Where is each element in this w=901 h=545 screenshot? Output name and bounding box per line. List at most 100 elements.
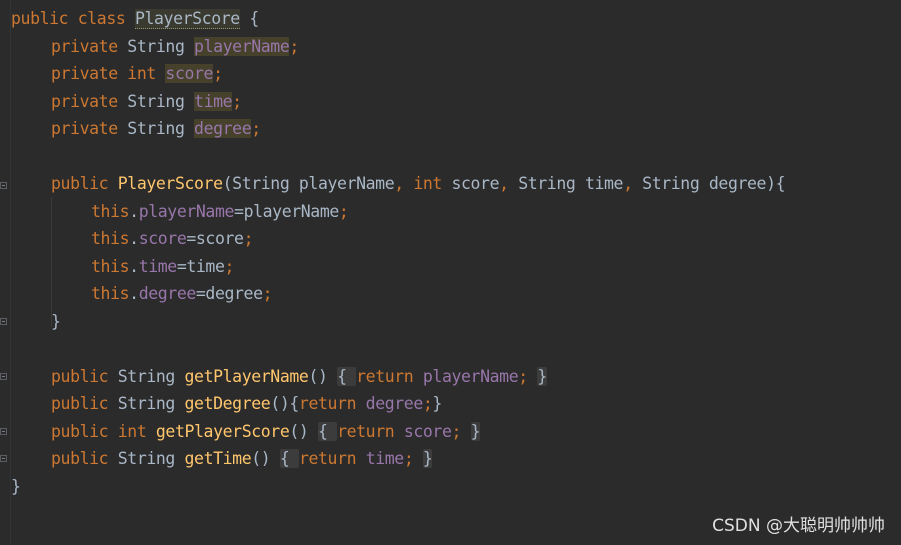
code-token: score bbox=[165, 64, 214, 83]
code-token: this bbox=[91, 202, 130, 221]
code-token: getDegree bbox=[184, 394, 271, 413]
code-token: =time bbox=[176, 257, 225, 276]
code-token: } bbox=[51, 312, 61, 331]
code-token: return bbox=[356, 367, 423, 386]
code-token: time bbox=[138, 257, 178, 276]
code-line[interactable] bbox=[11, 335, 51, 363]
csdn-watermark: CSDN @大聪明帅帅帅 bbox=[712, 516, 885, 536]
code-token: return bbox=[298, 394, 366, 413]
code-token: } bbox=[432, 394, 442, 413]
code-token: } bbox=[537, 367, 547, 386]
code-token: PlayerScore bbox=[134, 9, 240, 29]
code-token: private bbox=[51, 64, 128, 83]
code-token: PlayerScore bbox=[117, 174, 223, 193]
code-token: } bbox=[422, 449, 433, 468]
code-line[interactable]: public PlayerScore(String playerName, in… bbox=[11, 170, 786, 198]
code-token: (String playerName bbox=[222, 174, 395, 193]
code-line[interactable]: public String getPlayerName() { return p… bbox=[11, 363, 547, 391]
fold-marker-icon[interactable] bbox=[0, 428, 7, 435]
code-token: . bbox=[129, 284, 139, 303]
code-line[interactable]: this.degree=degree; bbox=[11, 280, 273, 308]
code-line[interactable] bbox=[11, 142, 51, 170]
code-token: degree bbox=[138, 284, 197, 303]
code-line[interactable]: private String playerName; bbox=[11, 33, 299, 61]
code-token: int bbox=[413, 174, 452, 193]
code-line[interactable]: public class PlayerScore { bbox=[11, 5, 259, 33]
code-token: , bbox=[499, 174, 519, 193]
code-token: ; bbox=[403, 449, 423, 468]
code-line[interactable]: public String getDegree(){return degree;… bbox=[11, 390, 442, 418]
code-token: ; bbox=[232, 92, 242, 111]
code-token: degree bbox=[194, 119, 252, 138]
code-line[interactable]: private String degree; bbox=[11, 115, 261, 143]
code-token: () bbox=[308, 367, 338, 386]
code-token: } bbox=[11, 477, 21, 496]
code-token: int bbox=[127, 64, 166, 83]
code-token: ; bbox=[289, 37, 299, 56]
code-token: String bbox=[127, 92, 195, 111]
code-line[interactable]: public int getPlayerScore() { return sco… bbox=[11, 418, 480, 446]
code-token: public bbox=[51, 174, 118, 193]
code-token: this bbox=[91, 284, 130, 303]
code-token: playerName bbox=[194, 37, 290, 56]
code-token: playerName bbox=[138, 202, 235, 221]
code-token: this bbox=[91, 257, 130, 276]
code-token: public bbox=[51, 394, 118, 413]
fold-marker-icon[interactable] bbox=[0, 318, 7, 325]
code-token: { bbox=[337, 367, 357, 386]
code-token: String bbox=[117, 449, 185, 468]
code-token: ; bbox=[518, 367, 538, 386]
code-token: public bbox=[51, 367, 118, 386]
code-token: private bbox=[51, 37, 128, 56]
code-token: score bbox=[138, 229, 187, 248]
code-token: { bbox=[239, 9, 259, 28]
code-token: time bbox=[365, 449, 405, 468]
code-token: { bbox=[317, 422, 338, 441]
code-token: degree bbox=[365, 394, 424, 413]
code-token: } bbox=[470, 422, 481, 441]
code-token: String bbox=[127, 37, 195, 56]
code-token: String degree){ bbox=[642, 174, 786, 193]
code-line[interactable]: this.score=score; bbox=[11, 225, 253, 253]
fold-marker-icon[interactable] bbox=[0, 455, 7, 462]
code-token: score bbox=[451, 174, 500, 193]
code-token: int bbox=[117, 422, 156, 441]
code-token: () bbox=[251, 449, 280, 468]
code-token: =degree bbox=[195, 284, 263, 303]
code-token: String time bbox=[518, 174, 624, 193]
code-token: =playerName bbox=[234, 202, 339, 221]
code-token: ; bbox=[422, 394, 433, 413]
code-token: , bbox=[623, 174, 643, 193]
code-token: this bbox=[91, 229, 130, 248]
editor-gutter[interactable] bbox=[0, 0, 11, 545]
code-token: String bbox=[117, 367, 185, 386]
code-token: getTime bbox=[184, 449, 252, 468]
code-token: =score bbox=[186, 229, 244, 248]
code-token: ; bbox=[451, 422, 471, 441]
code-line[interactable]: private int score; bbox=[11, 60, 223, 88]
code-token: return bbox=[298, 449, 366, 468]
code-token: public bbox=[51, 449, 118, 468]
code-token: private bbox=[51, 119, 128, 138]
code-token: (){ bbox=[270, 394, 299, 413]
code-token: { bbox=[279, 449, 299, 468]
code-token: ; bbox=[224, 257, 235, 276]
code-line[interactable]: this.playerName=playerName; bbox=[11, 198, 349, 226]
code-token: . bbox=[129, 229, 139, 248]
fold-marker-icon[interactable] bbox=[0, 182, 7, 189]
code-token: return bbox=[337, 422, 404, 441]
code-line[interactable]: this.time=time; bbox=[11, 253, 234, 281]
code-token: ; bbox=[251, 119, 261, 138]
code-line[interactable]: private String time; bbox=[11, 88, 242, 116]
code-editor[interactable]: public class PlayerScore {private String… bbox=[0, 0, 901, 545]
code-line[interactable]: public String getTime() { return time; } bbox=[11, 445, 433, 473]
code-line[interactable]: } bbox=[11, 308, 61, 336]
code-token: String bbox=[117, 394, 185, 413]
code-token: score bbox=[403, 422, 452, 441]
code-token: ; bbox=[213, 64, 223, 83]
code-line[interactable]: } bbox=[11, 473, 21, 501]
code-token: public class bbox=[11, 9, 135, 28]
code-token: ; bbox=[243, 229, 254, 248]
fold-marker-icon[interactable] bbox=[0, 373, 7, 380]
code-token: playerName bbox=[422, 367, 519, 386]
